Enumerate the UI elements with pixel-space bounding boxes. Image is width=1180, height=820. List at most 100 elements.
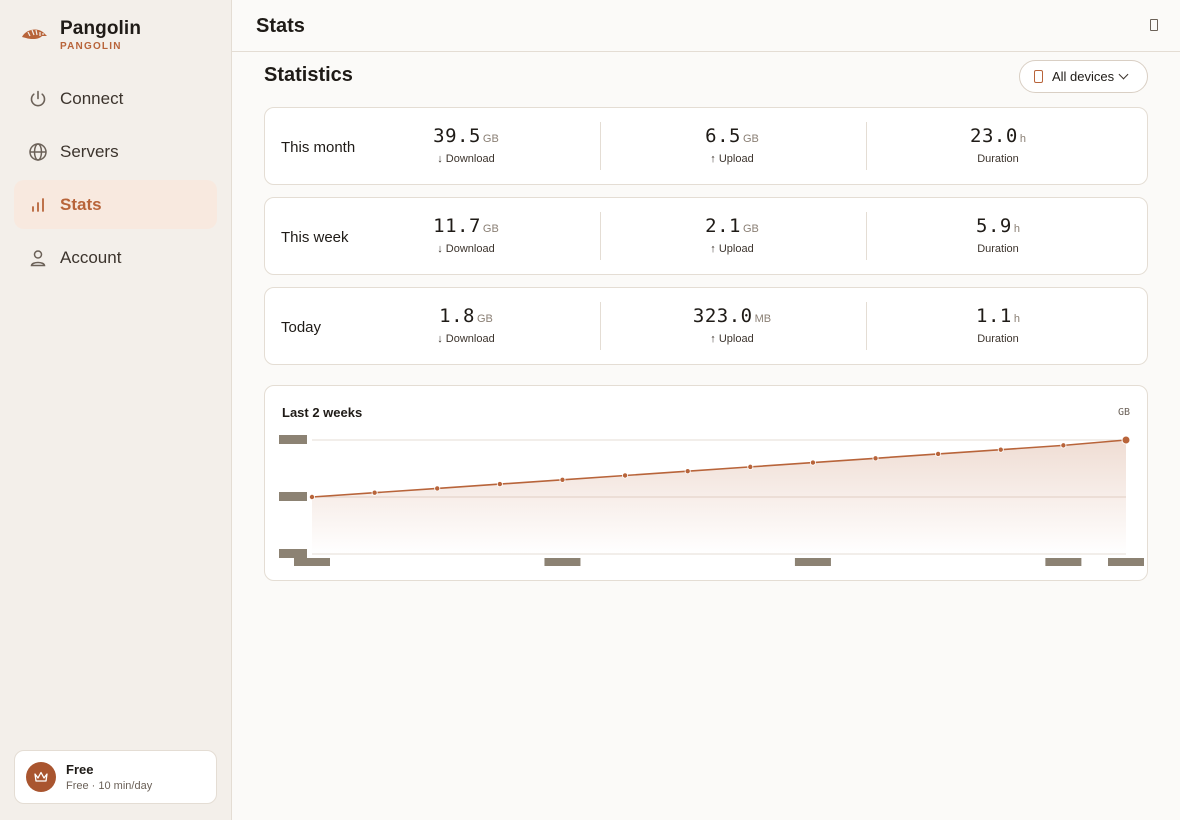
- data-point: [559, 476, 566, 483]
- data-point: [496, 481, 503, 488]
- stat-unit: MB: [754, 313, 772, 325]
- top-bar: Stats: [232, 0, 1180, 52]
- data-point: [371, 489, 378, 496]
- stat-caption: ↓ Download: [437, 333, 495, 345]
- stat-value: 1.1: [976, 305, 1012, 327]
- page-title: Stats: [256, 15, 305, 37]
- stat-duration: 5.9 h Duration: [913, 215, 1083, 255]
- x-tick-label: [1045, 558, 1082, 566]
- divider: [600, 302, 601, 350]
- stat-card-this-month: This month 39.5 GB ↓ Download 6.5 GB ↑ Upl…: [264, 107, 1148, 185]
- globe-icon: [28, 142, 48, 162]
- sidebar-item-servers[interactable]: Servers: [14, 127, 217, 176]
- stat-value: 1.8: [439, 305, 475, 327]
- stat-caption: ↓ Download: [437, 153, 495, 165]
- data-point: [997, 446, 1004, 453]
- data-point: [684, 468, 691, 475]
- divider: [866, 212, 867, 260]
- stat-caption: Duration: [977, 243, 1019, 255]
- plan-subtitle: Free · 10 min/day: [66, 780, 153, 792]
- stat-download: 39.5 GB ↓ Download: [381, 125, 551, 165]
- stat-unit: GB: [742, 223, 759, 235]
- pangolin-logo-icon: [22, 29, 47, 40]
- chevron-down-icon: [1118, 69, 1129, 80]
- stat-unit: h: [1013, 313, 1020, 325]
- plan-title: Free: [66, 762, 94, 777]
- stat-value: 6.5: [705, 125, 741, 147]
- stat-value: 323.0: [692, 305, 753, 327]
- area-fill: [312, 440, 1126, 554]
- stat-duration: 23.0 h Duration: [913, 125, 1083, 165]
- stat-value: 5.9: [976, 215, 1012, 237]
- stat-upload: 6.5 GB ↑ Upload: [647, 125, 817, 165]
- stat-unit: GB: [476, 313, 493, 325]
- sidebar-item-label: Stats: [60, 194, 102, 214]
- user-icon: [28, 248, 48, 268]
- sidebar-item-account[interactable]: Account: [14, 233, 217, 282]
- stat-card-this-week: This week 11.7 GB ↓ Download 2.1 GB ↑ Uplo…: [264, 197, 1148, 275]
- device-filter-dropdown[interactable]: All devices: [1019, 60, 1148, 93]
- sidebar-item-stats[interactable]: Stats: [14, 180, 217, 229]
- stat-caption: ↓ Download: [437, 243, 495, 255]
- device-filter-label: All devices: [1052, 69, 1115, 84]
- crown-icon: [26, 762, 56, 792]
- y-tick-label: [279, 435, 307, 444]
- sidebar-item-label: Servers: [60, 141, 119, 161]
- divider: [866, 302, 867, 350]
- data-point: [622, 472, 629, 479]
- sidebar-item-label: Account: [60, 247, 122, 267]
- data-point: [1121, 435, 1131, 445]
- stat-download: 11.7 GB ↓ Download: [381, 215, 551, 255]
- divider: [866, 122, 867, 170]
- stat-upload: 2.1 GB ↑ Upload: [647, 215, 817, 255]
- section-title: Statistics: [264, 64, 353, 86]
- usage-chart-card: Last 2 weeks GB: [264, 385, 1148, 581]
- stat-duration: 1.1 h Duration: [913, 305, 1083, 345]
- app-name: Pangolin: [60, 18, 142, 39]
- x-tick-label: [1108, 558, 1144, 566]
- stat-period-label: Today: [281, 318, 322, 336]
- stat-unit: h: [1019, 133, 1026, 145]
- usage-chart: [279, 435, 1144, 566]
- y-tick-label: [279, 549, 307, 558]
- stat-caption: ↑ Upload: [710, 243, 754, 255]
- bar-chart-icon: [28, 195, 48, 215]
- phone-icon: [1034, 70, 1043, 83]
- divider: [600, 212, 601, 260]
- stat-caption: Duration: [977, 333, 1019, 345]
- app-subtitle: PANGOLIN: [60, 41, 122, 52]
- divider: [600, 122, 601, 170]
- window-toggle-icon[interactable]: [1150, 19, 1158, 31]
- data-point: [1060, 442, 1067, 449]
- sidebar-nav: Connect Servers Stats Account: [14, 74, 217, 286]
- plan-card[interactable]: Free Free · 10 min/day: [14, 750, 217, 804]
- y-tick-label: [279, 492, 307, 501]
- stat-caption: ↑ Upload: [710, 153, 754, 165]
- stat-caption: Duration: [977, 153, 1019, 165]
- stat-unit: GB: [482, 223, 499, 235]
- stat-value: 39.5: [433, 125, 481, 147]
- data-point: [809, 459, 816, 466]
- stat-unit: GB: [742, 133, 759, 145]
- stat-value: 11.7: [433, 215, 481, 237]
- data-point: [872, 455, 879, 462]
- stat-download: 1.8 GB ↓ Download: [381, 305, 551, 345]
- x-tick-label: [544, 558, 581, 566]
- stat-caption: ↑ Upload: [710, 333, 754, 345]
- sidebar-item-connect[interactable]: Connect: [14, 74, 217, 123]
- stat-card-today: Today 1.8 GB ↓ Download 323.0 MB ↑ Upload …: [264, 287, 1148, 365]
- brand: Pangolin PANGOLIN: [20, 18, 141, 52]
- stat-period-label: This month: [281, 138, 356, 156]
- sidebar: Pangolin PANGOLIN Connect Servers Stats …: [0, 0, 232, 820]
- power-icon: [28, 89, 48, 109]
- x-tick-label: [294, 558, 330, 566]
- data-point: [747, 463, 754, 470]
- data-point: [434, 485, 441, 492]
- stat-value: 23.0: [970, 125, 1018, 147]
- stat-unit: h: [1013, 223, 1020, 235]
- sidebar-item-label: Connect: [60, 88, 124, 108]
- stat-upload: 323.0 MB ↑ Upload: [647, 305, 817, 345]
- x-tick-label: [794, 558, 831, 566]
- stat-value: 2.1: [705, 215, 741, 237]
- data-point: [935, 450, 942, 457]
